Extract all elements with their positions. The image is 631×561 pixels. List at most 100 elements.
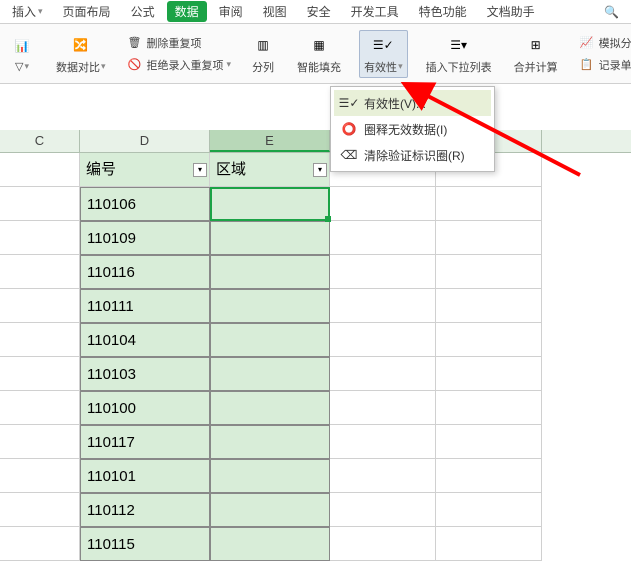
cell[interactable]: [330, 221, 436, 255]
filter-button-e[interactable]: ▾: [313, 163, 327, 177]
cell[interactable]: [330, 357, 436, 391]
cell[interactable]: [436, 357, 542, 391]
menu-validity[interactable]: ☰✓ 有效性(V)...: [334, 90, 491, 116]
cell[interactable]: [0, 289, 80, 323]
tab-dev[interactable]: 开发工具: [343, 1, 407, 22]
cell[interactable]: [330, 323, 436, 357]
cell[interactable]: [0, 357, 80, 391]
cell[interactable]: 110115: [80, 527, 210, 561]
cell[interactable]: [0, 323, 80, 357]
cell[interactable]: [0, 255, 80, 289]
smartfill-icon: ▦: [307, 33, 331, 57]
cell[interactable]: [210, 527, 330, 561]
dropdown-icon: ☰▾: [447, 33, 471, 57]
cell[interactable]: [0, 187, 80, 221]
validity-button[interactable]: ☰✓ 有效性▾: [359, 30, 408, 78]
cell[interactable]: [0, 221, 80, 255]
cell[interactable]: 110109: [80, 221, 210, 255]
cell[interactable]: [330, 255, 436, 289]
tab-review[interactable]: 审阅: [211, 1, 251, 22]
pivot-icon: 📊: [10, 34, 34, 58]
cell[interactable]: [210, 391, 330, 425]
text-to-columns-button[interactable]: ▥ 分列: [247, 31, 279, 77]
pivot-button[interactable]: 📊 ▽▾: [6, 32, 38, 75]
reject-dup-icon: 🚫: [126, 56, 144, 74]
cell[interactable]: [210, 323, 330, 357]
cell[interactable]: [330, 459, 436, 493]
cell[interactable]: [210, 357, 330, 391]
cell[interactable]: 110104: [80, 323, 210, 357]
tab-formula[interactable]: 公式: [123, 1, 163, 22]
smart-fill-button[interactable]: ▦ 智能填充: [293, 31, 345, 77]
col-header-e[interactable]: E: [210, 130, 330, 152]
cell[interactable]: [210, 221, 330, 255]
search-icon[interactable]: 🔍: [596, 3, 627, 21]
cell[interactable]: [210, 187, 330, 221]
cell-header-e[interactable]: 区域 ▾: [210, 153, 330, 187]
cell[interactable]: [330, 391, 436, 425]
cell[interactable]: 110100: [80, 391, 210, 425]
cell[interactable]: [436, 493, 542, 527]
cell[interactable]: [0, 391, 80, 425]
cell[interactable]: [210, 493, 330, 527]
cell[interactable]: [0, 459, 80, 493]
whatif-button[interactable]: 📈 模拟分析▾: [576, 33, 631, 53]
tab-dochelp[interactable]: 文档助手: [479, 1, 543, 22]
cell[interactable]: [0, 527, 80, 561]
consolidate-button[interactable]: ⊞ 合并计算: [510, 31, 562, 77]
reject-duplicates-button[interactable]: 🚫 拒绝录入重复项▾: [124, 55, 234, 75]
analyze-icon: 📈: [578, 34, 596, 52]
cell[interactable]: [330, 425, 436, 459]
tab-data[interactable]: 数据: [167, 1, 207, 22]
cell-header-d[interactable]: 编号 ▾: [80, 153, 210, 187]
tab-pagelayout[interactable]: 页面布局: [55, 1, 119, 22]
ribbon-tabs: 插入▾ 页面布局 公式 数据 审阅 视图 安全 开发工具 特色功能 文档助手 🔍: [0, 0, 631, 24]
cell[interactable]: [436, 187, 542, 221]
insert-dropdown-button[interactable]: ☰▾ 插入下拉列表: [422, 31, 496, 77]
toolbar: 📊 ▽▾ 🔀 数据对比▾ 🗑 删除重复项 🚫 拒绝录入重复项▾ ▥ 分列: [0, 24, 631, 84]
cell[interactable]: [210, 289, 330, 323]
cell[interactable]: [436, 221, 542, 255]
cell[interactable]: 110106: [80, 187, 210, 221]
cell[interactable]: [330, 493, 436, 527]
cell[interactable]: 110111: [80, 289, 210, 323]
form-button[interactable]: 📋 记录单: [576, 55, 631, 75]
cell[interactable]: 110117: [80, 425, 210, 459]
cell[interactable]: [436, 289, 542, 323]
compare-icon: 🔀: [69, 33, 93, 57]
cell[interactable]: [436, 425, 542, 459]
cell[interactable]: [210, 459, 330, 493]
cell[interactable]: [330, 187, 436, 221]
cell[interactable]: [0, 493, 80, 527]
tab-insert[interactable]: 插入▾: [4, 1, 51, 22]
cell[interactable]: [0, 425, 80, 459]
cell[interactable]: [330, 527, 436, 561]
clear-circle-icon: ⌫: [340, 146, 358, 164]
cell[interactable]: 110103: [80, 357, 210, 391]
tab-view[interactable]: 视图: [255, 1, 295, 22]
cell[interactable]: [330, 289, 436, 323]
cell[interactable]: [210, 255, 330, 289]
cell[interactable]: [436, 323, 542, 357]
cell[interactable]: [436, 255, 542, 289]
cell[interactable]: [210, 425, 330, 459]
menu-clear-circles[interactable]: ⌫ 清除验证标识圈(R): [334, 142, 491, 168]
cell[interactable]: 110116: [80, 255, 210, 289]
cell[interactable]: [436, 391, 542, 425]
tab-security[interactable]: 安全: [299, 1, 339, 22]
remove-duplicates-button[interactable]: 🗑 删除重复项: [124, 33, 234, 53]
filter-button-d[interactable]: ▾: [193, 163, 207, 177]
tab-special[interactable]: 特色功能: [411, 1, 475, 22]
cell[interactable]: 110112: [80, 493, 210, 527]
column-headers: C D E F G: [0, 130, 631, 153]
menu-circle-invalid[interactable]: ⭕ 圈释无效数据(I): [334, 116, 491, 142]
remove-dup-icon: 🗑: [126, 34, 144, 52]
cell[interactable]: [0, 153, 80, 187]
validity-icon: ☰✓: [371, 33, 395, 57]
compare-button[interactable]: 🔀 数据对比▾: [52, 31, 110, 77]
cell[interactable]: 110101: [80, 459, 210, 493]
cell[interactable]: [436, 459, 542, 493]
col-header-c[interactable]: C: [0, 130, 80, 152]
col-header-d[interactable]: D: [80, 130, 210, 152]
cell[interactable]: [436, 527, 542, 561]
